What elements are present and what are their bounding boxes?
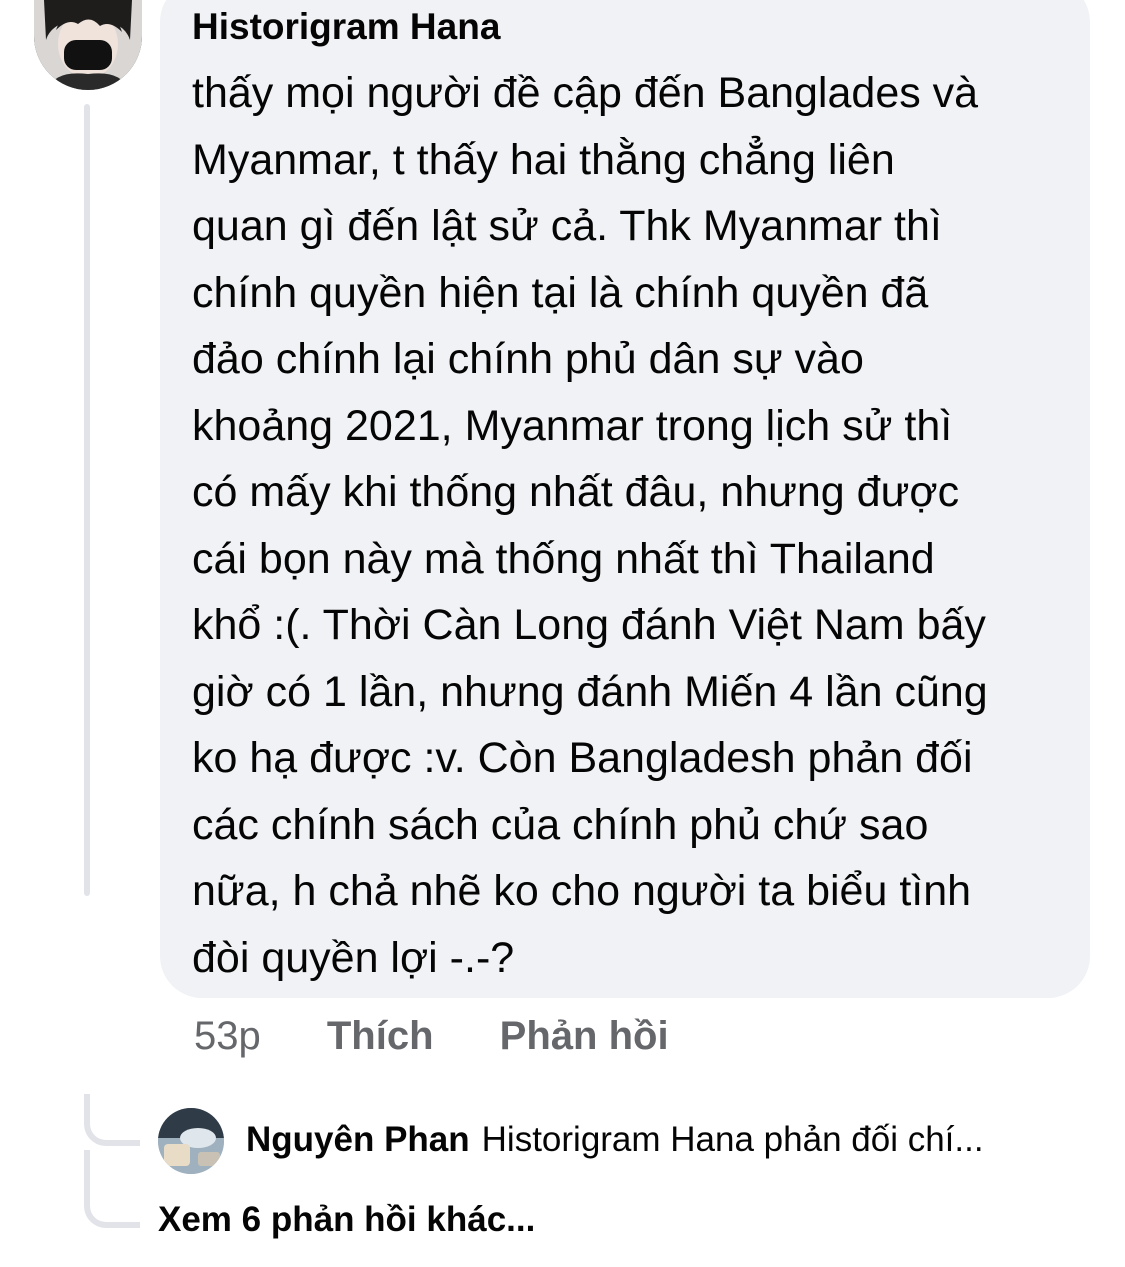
comment-line: ko hạ được :v. Còn Bangladesh phản đối [192,734,973,782]
avatar-photo-icon [158,1108,224,1174]
commenter-avatar[interactable] [34,0,142,90]
view-more-replies-link[interactable]: Xem 6 phản hồi khác... [158,1200,535,1240]
comment-line: có mấy khi thống nhất đâu, nhưng được [192,468,960,516]
reply-preview-text: Historigram Hana phản đối chí... [481,1120,984,1159]
thread-line [84,104,90,896]
thread-branch-connector [84,1094,140,1146]
comment-line: nữa, h chả nhẽ ko cho người ta biểu tình [192,867,972,915]
comment-line: giờ có 1 lần, nhưng đánh Miến 4 lần cũng [192,667,988,716]
comment-line: khoảng 2021, Myanmar trong lịch sử thì [192,401,953,450]
reply-avatar[interactable] [158,1108,224,1174]
thread-branch-connector [84,1150,140,1228]
comment-line: đảo chính lại chính phủ dân sự vào [192,335,864,383]
comment-line: quan gì đến lật sử cả. Thk Myanmar thì [192,202,942,250]
reply-author[interactable]: Nguyên Phan [246,1120,470,1159]
comment-line: chính quyền hiện tại là chính quyền đã [192,268,929,317]
comment-line: các chính sách của chính phủ chứ sao [192,800,929,849]
reply-button[interactable]: Phản hồi [500,1014,669,1058]
comment-author[interactable]: Historigram Hana [192,6,500,48]
reply-text[interactable]: Nguyên Phan Historigram Hana phản đối chí… [246,1120,984,1160]
comment-timestamp[interactable]: 53p [194,1014,261,1058]
comment-line: cái bọn này mà thống nhất thì Thailand [192,534,935,583]
avatar-photo-icon [34,0,142,90]
comment-line: thấy mọi người đề cập đến Banglades và [192,69,979,117]
like-button[interactable]: Thích [327,1014,434,1058]
comment-line: khổ :(. Thời Càn Long đánh Việt Nam bấy [192,601,986,649]
reply-preview[interactable]: Nguyên Phan Historigram Hana phản đối chí… [158,1108,1088,1174]
comment-line: đòi quyền lợi -.-? [192,933,515,982]
comment-line: Myanmar, t thấy hai thằng chẳng liên [192,135,895,184]
comment-body: thấy mọi người đề cập đến Banglades và M… [192,60,1072,991]
comment-actions: 53p Thích Phản hồi [194,1014,724,1059]
